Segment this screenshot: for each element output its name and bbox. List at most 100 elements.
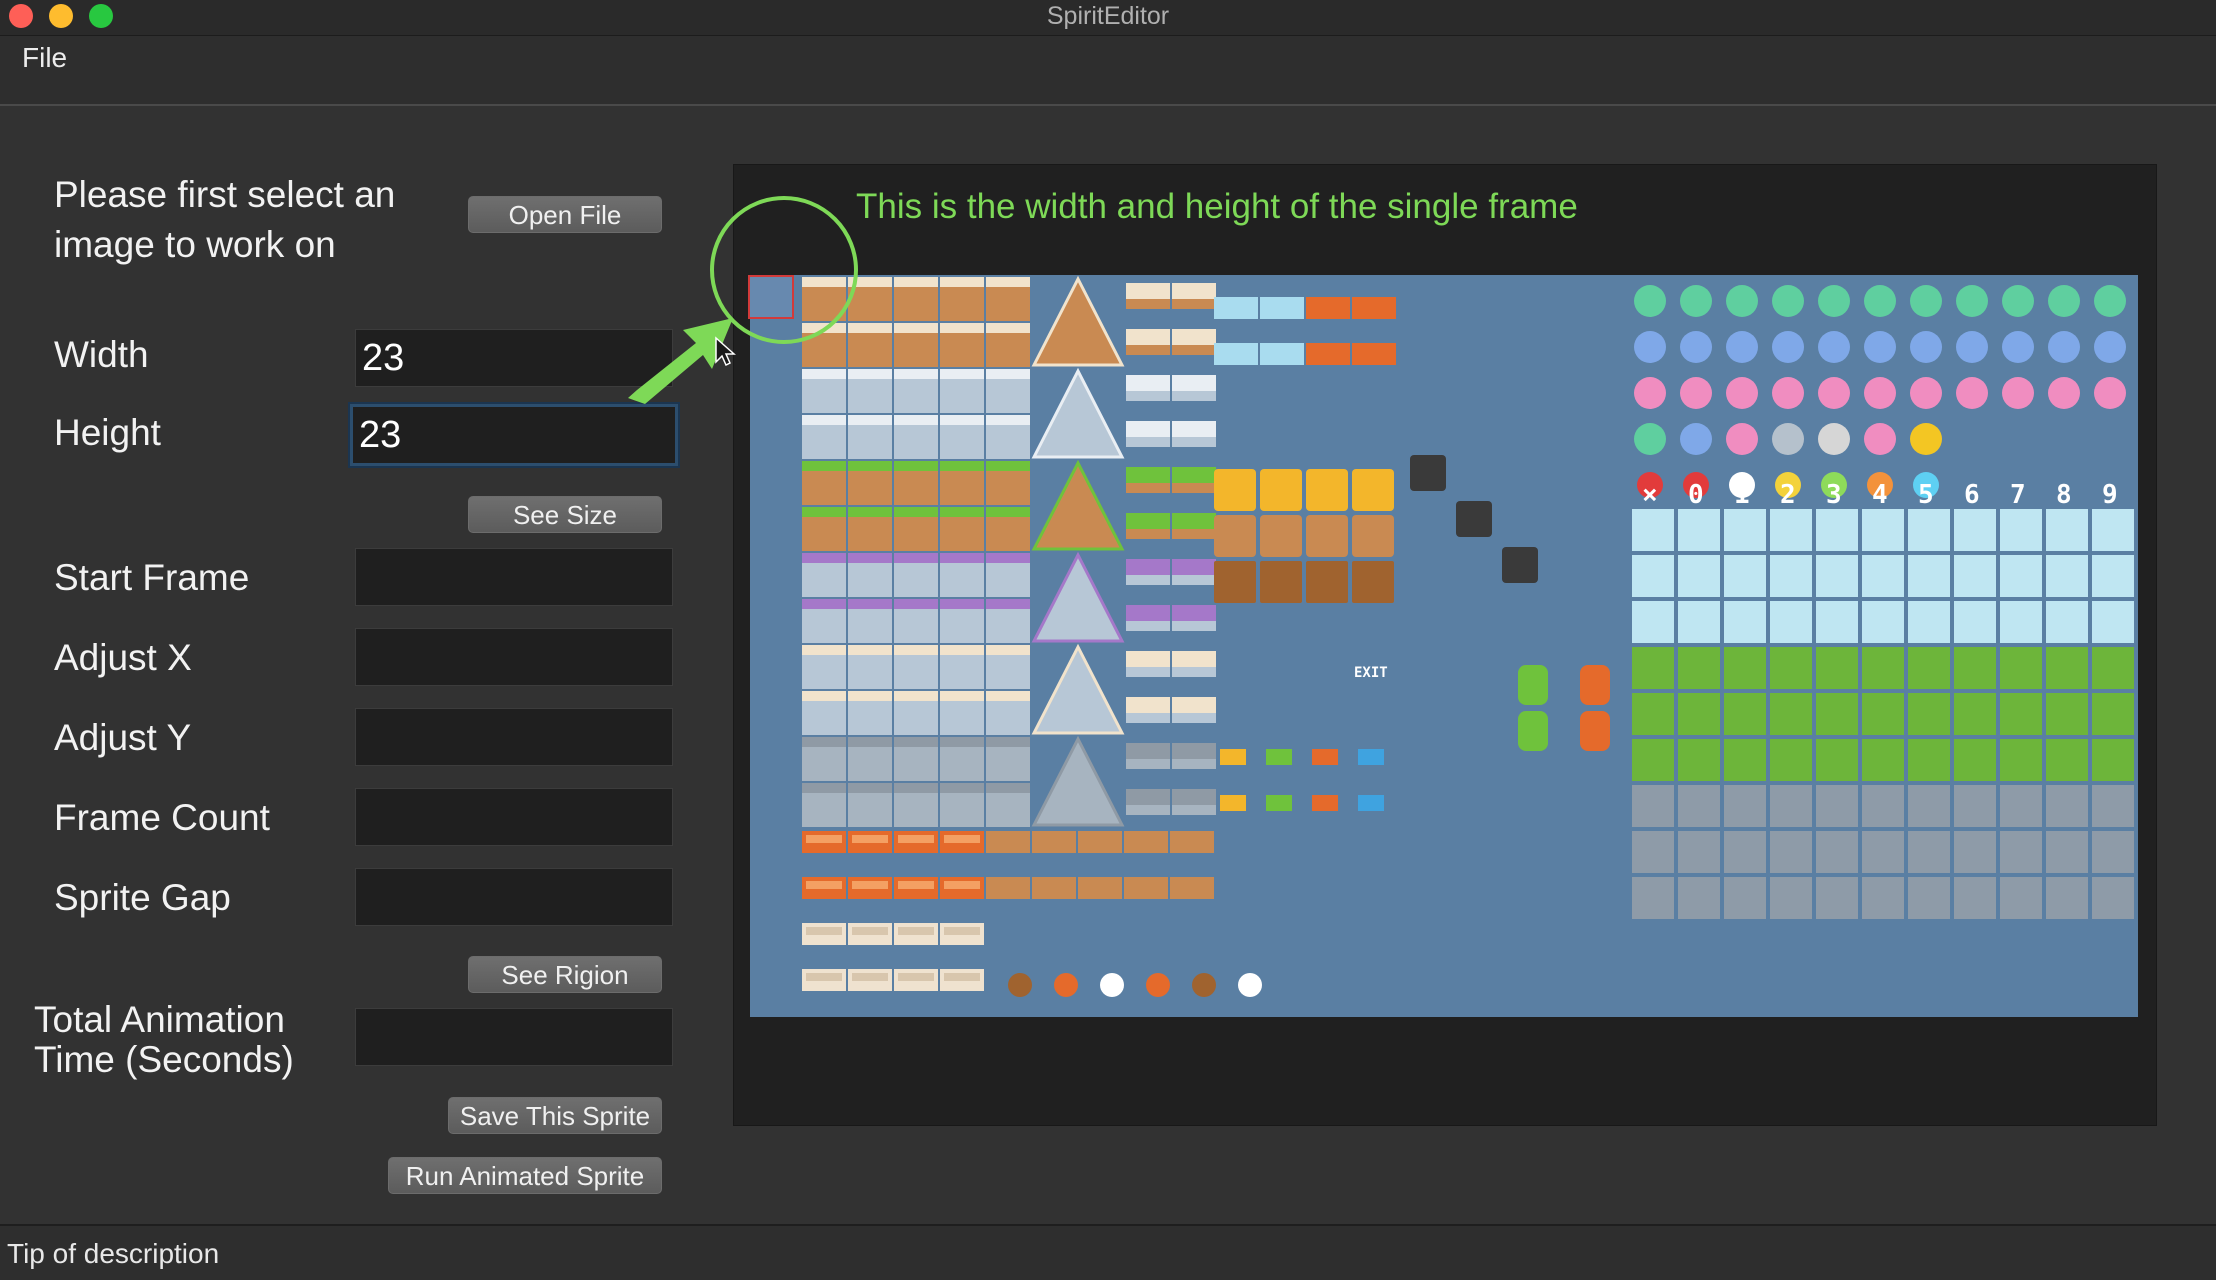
total-time-input[interactable] <box>355 1008 673 1066</box>
sprite-bg-grass <box>1862 647 1904 689</box>
sprite-tile <box>852 835 888 843</box>
sprite-tile <box>848 323 892 333</box>
sprite-character <box>1772 285 1804 317</box>
menu-file[interactable]: File <box>22 42 67 74</box>
sprite-bg-grass <box>1632 739 1674 781</box>
sprite-crate <box>1214 561 1256 603</box>
sprite-tile <box>940 323 984 333</box>
sprite-tile <box>848 783 892 793</box>
sprite-tile <box>1126 651 1170 667</box>
sprite-character <box>2048 285 2080 317</box>
sprite-digit: 9 <box>2102 480 2118 510</box>
sprite-bg-stone <box>1816 831 1858 873</box>
sprite-tile <box>1126 789 1170 805</box>
adjust-y-label: Adjust Y <box>54 717 192 758</box>
height-input[interactable] <box>350 404 678 466</box>
sprite-tile <box>1172 299 1216 309</box>
sprite-bg-sky <box>2092 555 2134 597</box>
sprite-character <box>1680 377 1712 409</box>
sprite-tile <box>1126 759 1170 769</box>
sprite-tile <box>1172 529 1216 539</box>
sprite-character <box>1772 377 1804 409</box>
sprite-tile <box>848 507 892 517</box>
sprite-bg-stone <box>2092 831 2134 873</box>
sprite-tile <box>986 415 1030 425</box>
see-region-button[interactable]: See Rigion <box>468 956 662 993</box>
sprite-bg-stone <box>1908 831 1950 873</box>
sprite-tile <box>848 277 892 287</box>
sprite-tile <box>1172 651 1216 667</box>
sprite-digit: 0 <box>1688 480 1704 510</box>
sprite-tile <box>894 461 938 471</box>
sprite-bg-grass <box>1770 693 1812 735</box>
sprite-tile <box>1172 437 1216 447</box>
sprite-tile <box>806 835 842 843</box>
sprite-bg-stone <box>1678 877 1720 919</box>
sprite-block <box>1306 469 1348 511</box>
sprite-tile <box>1172 421 1216 437</box>
sprite-tile <box>944 973 980 981</box>
sprite-character <box>1726 377 1758 409</box>
sprite-bg-grass <box>2046 693 2088 735</box>
sprite-digit: 7 <box>2010 480 2026 510</box>
sprite-slope <box>1031 459 1125 551</box>
sprite-tile <box>1172 667 1216 677</box>
sprite-bg-sky <box>1724 509 1766 551</box>
adjust-x-input[interactable] <box>355 628 673 686</box>
sprite-bg-sky <box>1632 601 1674 643</box>
sprite-character <box>1910 377 1942 409</box>
run-animated-sprite-button[interactable]: Run Animated Sprite <box>388 1157 662 1194</box>
sprite-flag <box>1220 795 1246 811</box>
sprite-character <box>1818 285 1850 317</box>
sprite-tile <box>1126 713 1170 723</box>
sprite-bg-grass <box>1954 693 1996 735</box>
sprite-tile <box>1124 831 1168 853</box>
frame-count-label: Frame Count <box>54 797 270 838</box>
sprite-bg-sky <box>2000 601 2042 643</box>
sprite-bg-grass <box>1724 693 1766 735</box>
sprite-tile <box>940 277 984 287</box>
sprite-tile <box>1126 697 1170 713</box>
sprite-character <box>1634 331 1666 363</box>
intro-text-line1: Please first select an <box>54 174 396 215</box>
see-size-button[interactable]: See Size <box>468 496 662 533</box>
sprite-tile <box>1126 575 1170 585</box>
open-file-button[interactable]: Open File <box>468 196 662 233</box>
sprite-tile <box>1172 759 1216 769</box>
sprite-tile <box>1126 667 1170 677</box>
sprite-tile <box>1260 297 1304 319</box>
sprite-bg-sky <box>2046 601 2088 643</box>
sprite-tile <box>848 369 892 379</box>
sprite-tile <box>986 277 1030 287</box>
sprite-bg-stone <box>1908 877 1950 919</box>
sprite-tile <box>848 599 892 609</box>
frame-count-input[interactable] <box>355 788 673 846</box>
sprite-bg-stone <box>2046 785 2088 827</box>
intro-text-line2: image to work on <box>54 224 336 265</box>
sprite-bg-stone <box>1954 831 1996 873</box>
sprite-tile <box>806 927 842 935</box>
sprite-tile <box>802 415 846 425</box>
sprite-bg-sky <box>1862 509 1904 551</box>
sprite-flag <box>1358 795 1384 811</box>
sprite-character <box>1818 377 1850 409</box>
sprite-gap-input[interactable] <box>355 868 673 926</box>
sprite-tile <box>802 369 846 379</box>
sprite-character <box>2002 377 2034 409</box>
sprite-bg-stone <box>1816 877 1858 919</box>
sprite-tile <box>806 881 842 889</box>
sprite-bg-sky <box>1954 509 1996 551</box>
sprite-bg-sky <box>1632 509 1674 551</box>
sprite-tile <box>1126 283 1170 299</box>
sprite-tile <box>802 783 846 793</box>
sprite-character <box>1680 331 1712 363</box>
adjust-y-input[interactable] <box>355 708 673 766</box>
sprite-digit: 6 <box>1964 480 1980 510</box>
width-input[interactable] <box>355 329 673 387</box>
start-frame-input[interactable] <box>355 548 673 606</box>
sprite-sheet-image[interactable]: × 0 1 2 3 4 5 6 7 8 9 EXIT <box>750 275 2138 1017</box>
sprite-tile <box>1172 345 1216 355</box>
save-sprite-button[interactable]: Save This Sprite <box>448 1097 662 1134</box>
sprite-bg-grass <box>1678 647 1720 689</box>
sprite-tile <box>940 461 984 471</box>
